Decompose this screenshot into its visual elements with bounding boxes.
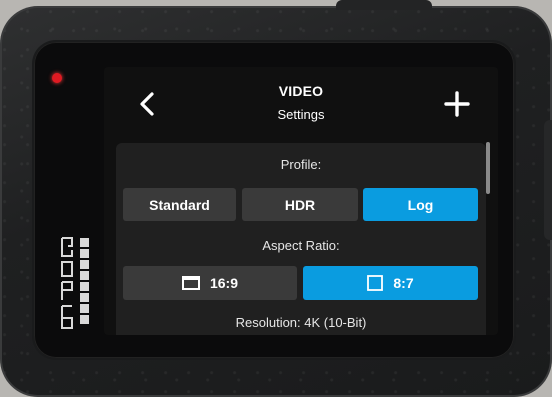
mode-button[interactable]	[544, 120, 552, 240]
touch-screen: VIDEO Settings Profile: Standard HDR Log…	[104, 67, 498, 335]
resolution-label[interactable]: Resolution: 4K (10-Bit)	[116, 315, 486, 330]
profile-option-standard[interactable]: Standard	[123, 188, 236, 221]
option-label: 8:7	[393, 275, 414, 291]
profile-option-hdr[interactable]: HDR	[242, 188, 358, 221]
page-subtitle: Settings	[277, 107, 325, 122]
page-title: VIDEO	[278, 83, 324, 99]
option-label: HDR	[284, 196, 316, 213]
widescreen-frame-icon	[181, 276, 200, 290]
header: VIDEO Settings	[104, 67, 498, 139]
profile-option-log[interactable]: Log	[363, 188, 478, 221]
square-frame-icon	[367, 275, 384, 291]
gopro-logo	[61, 237, 89, 329]
add-button[interactable]	[440, 87, 474, 121]
option-label: Standard	[149, 196, 210, 213]
option-label: Log	[407, 196, 434, 213]
profile-label: Profile:	[280, 157, 322, 172]
scrollbar[interactable]	[486, 142, 490, 194]
aspect-option-16-9[interactable]: 16:9	[123, 266, 297, 300]
aspect-ratio-label: Aspect Ratio:	[262, 238, 340, 253]
plus-icon	[444, 91, 470, 117]
option-label: 16:9	[209, 275, 239, 291]
settings-panel: Profile: Standard HDR Log Aspect Ratio: …	[116, 143, 486, 335]
aspect-option-8-7[interactable]: 8:7	[303, 266, 478, 300]
recording-light-icon	[52, 73, 62, 83]
shutter-button[interactable]	[336, 0, 432, 10]
